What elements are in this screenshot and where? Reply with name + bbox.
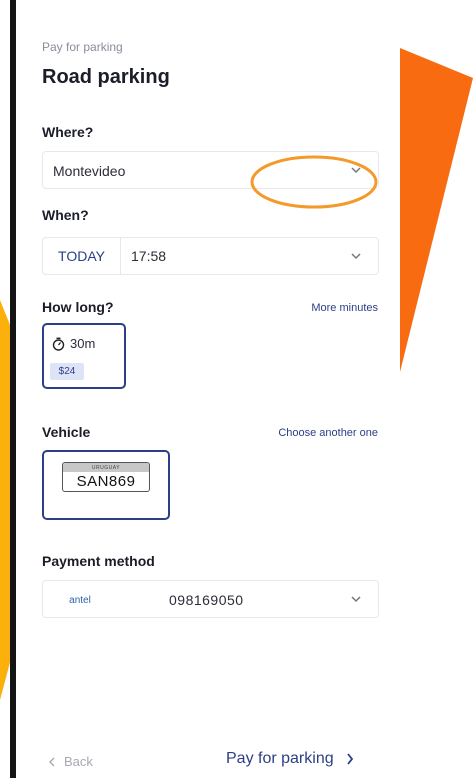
vehicle-label: Vehicle — [42, 424, 91, 440]
page-overline: Pay for parking — [42, 40, 123, 54]
back-label: Back — [64, 754, 93, 769]
plate-number: SAN869 — [76, 473, 136, 490]
today-button[interactable]: TODAY — [43, 238, 121, 274]
plate-country: URUGUAY — [63, 463, 149, 472]
back-button[interactable]: Back — [48, 754, 93, 769]
time-value: 17:58 — [131, 248, 167, 264]
where-label: Where? — [42, 124, 94, 140]
payment-phone-number: 098169050 — [169, 592, 244, 608]
phone-frame-edge — [10, 0, 16, 778]
pay-for-parking-button[interactable]: Pay for parking — [226, 750, 354, 768]
time-select[interactable]: TODAY 17:58 — [42, 237, 379, 275]
chevron-left-icon — [49, 757, 55, 766]
when-label: When? — [42, 207, 89, 223]
vehicle-card-selected[interactable]: URUGUAY SAN869 — [42, 450, 170, 520]
duration-option-selected[interactable]: 30m $24 — [42, 323, 126, 389]
duration-value: 30m — [70, 336, 96, 351]
location-value: Montevideo — [53, 163, 126, 179]
parking-form: Pay for parking Road parking Where? Mont… — [26, 0, 386, 778]
stopwatch-icon — [52, 337, 65, 351]
chevron-down-icon — [351, 167, 361, 174]
antel-logo: antel — [69, 594, 91, 606]
choose-another-vehicle-link[interactable]: Choose another one — [278, 427, 378, 439]
chevron-down-icon — [351, 596, 361, 603]
chevron-down-icon — [351, 253, 361, 260]
payment-method-select[interactable]: antel 098169050 — [42, 580, 379, 618]
chevron-right-icon — [346, 753, 353, 765]
how-long-label: How long? — [42, 299, 114, 315]
payment-method-label: Payment method — [42, 553, 155, 569]
more-minutes-link[interactable]: More minutes — [311, 302, 378, 314]
page-title: Road parking — [42, 66, 170, 88]
pay-label: Pay for parking — [226, 750, 334, 767]
license-plate: URUGUAY SAN869 — [62, 462, 150, 492]
location-select[interactable]: Montevideo — [42, 151, 379, 189]
duration-price: $24 — [50, 363, 84, 380]
